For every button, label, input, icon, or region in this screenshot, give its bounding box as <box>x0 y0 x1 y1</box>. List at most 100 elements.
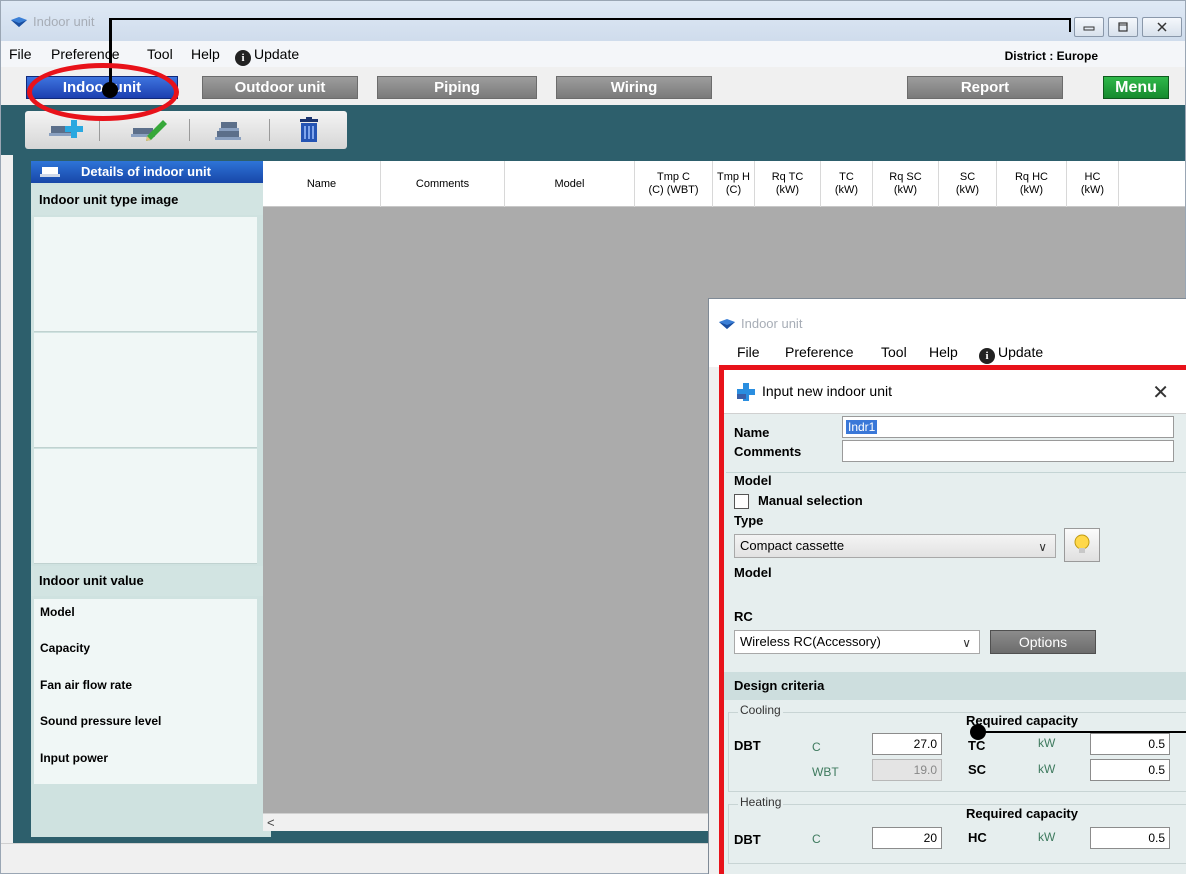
options-button[interactable]: Options <box>990 630 1096 654</box>
comments-input[interactable] <box>842 440 1174 462</box>
toolbar-separator <box>189 119 190 141</box>
name-input-value: Indr1 <box>846 420 878 434</box>
callout-line <box>109 18 1071 20</box>
tc-input[interactable]: 0.5 <box>1090 733 1170 755</box>
delete-button[interactable] <box>287 116 331 144</box>
close-icon <box>1157 22 1167 32</box>
app-icon <box>719 319 735 329</box>
menu-tool[interactable]: Tool <box>147 46 173 62</box>
sc-unit: kW <box>1038 762 1056 776</box>
cooling-wbt-unit: WBT <box>812 765 839 779</box>
column-header-tc[interactable]: TC (kW) <box>821 161 873 207</box>
value-fan-air-flow-label: Fan air flow rate <box>40 678 133 692</box>
type-image-heading: Indoor unit type image <box>31 185 271 215</box>
column-header-tmp-h[interactable]: Tmp H (C) <box>713 161 755 207</box>
edit-unit-button[interactable] <box>127 116 171 144</box>
toolbar <box>1 105 1185 155</box>
app-icon <box>11 17 27 27</box>
grid-header: Name Comments Model Tmp C (C) (WBT) Tmp H… <box>263 161 1185 207</box>
plus-icon <box>737 383 755 401</box>
column-header-name[interactable]: Name <box>263 161 381 207</box>
manual-selection-label: Manual selection <box>758 493 863 508</box>
cooling-dbt-label: DBT <box>734 738 761 753</box>
close-button[interactable] <box>1142 17 1182 37</box>
manual-selection-checkbox[interactable] <box>734 494 749 509</box>
type-hint-button[interactable] <box>1064 528 1100 562</box>
window-title: Indoor unit <box>33 14 95 29</box>
type-label: Type <box>734 513 764 528</box>
column-header-tmp-c[interactable]: Tmp C (C) (WBT) <box>635 161 713 207</box>
scroll-left-arrow[interactable]: < <box>267 815 275 830</box>
column-header-model[interactable]: Model <box>505 161 635 207</box>
copy-unit-button[interactable] <box>207 116 251 144</box>
column-header-rq-tc[interactable]: Rq TC (kW) <box>755 161 821 207</box>
column-header-comments[interactable]: Comments <box>381 161 505 207</box>
nav-piping-button[interactable]: Piping <box>377 76 537 99</box>
hc-input[interactable]: 0.5 <box>1090 827 1170 849</box>
add-unit-button[interactable] <box>45 116 89 144</box>
tc-unit: kW <box>1038 736 1056 750</box>
cooling-dbt-input[interactable]: 27.0 <box>872 733 942 755</box>
column-header-rq-sc[interactable]: Rq SC (kW) <box>873 161 939 207</box>
unit-value-list: Model Capacity Fan air flow rate Sound p… <box>34 599 257 784</box>
nav-wiring-button[interactable]: Wiring <box>556 76 712 99</box>
type-select[interactable]: Compact cassette ∨ <box>734 534 1056 558</box>
title-bar: Indoor unit <box>1 1 1185 41</box>
menu-update[interactable]: i Update <box>235 46 299 66</box>
overlay-window-title: Indoor unit <box>741 316 803 331</box>
cooling-dbt-unit: C <box>812 740 821 754</box>
hc-unit: kW <box>1038 830 1056 844</box>
indoor-unit-icon <box>40 167 60 177</box>
overlay-menu-bar: File Preference Tool Help i Update <box>709 339 1186 367</box>
rc-select-value: Wireless RC(Accessory) <box>740 634 881 649</box>
unit-value-heading: Indoor unit value <box>31 566 271 596</box>
minimize-button[interactable] <box>1074 17 1104 37</box>
hc-label: HC <box>968 830 987 845</box>
details-panel-title: Details of indoor unit <box>81 164 211 179</box>
details-panel-header: Details of indoor unit <box>31 161 271 183</box>
copy-unit-icon <box>215 122 241 140</box>
overlay-menu-help[interactable]: Help <box>929 344 958 360</box>
overlay-menu-preference[interactable]: Preference <box>785 344 853 360</box>
column-header-rq-hc[interactable]: Rq HC (kW) <box>997 161 1067 207</box>
menu-help[interactable]: Help <box>191 46 220 62</box>
type-image-cell <box>34 449 257 564</box>
menu-bar: File Preference Tool Help i Update Distri… <box>1 41 1185 67</box>
overlay-menu-file[interactable]: File <box>737 344 760 360</box>
column-header-sc[interactable]: SC (kW) <box>939 161 997 207</box>
type-image-cell <box>34 333 257 448</box>
rc-select[interactable]: Wireless RC(Accessory) ∨ <box>734 630 980 654</box>
dropdown-chevron-icon: ∨ <box>1038 540 1047 554</box>
callout-line <box>1069 18 1071 32</box>
nav-outdoor-unit-button[interactable]: Outdoor unit <box>202 76 358 99</box>
column-header-hc[interactable]: HC (kW) <box>1067 161 1119 207</box>
value-input-power-label: Input power <box>40 751 108 765</box>
overlay-indoor-unit-window: Indoor unit File Preference Tool Help iU… <box>708 298 1186 874</box>
heating-dbt-label: DBT <box>734 832 761 847</box>
dialog-header: Input new indoor unit ✕ <box>724 370 1186 414</box>
model-section-divider <box>726 472 1186 473</box>
name-label: Name <box>734 425 770 440</box>
sc-input[interactable]: 0.5 <box>1090 759 1170 781</box>
name-input[interactable]: Indr1 <box>842 416 1174 438</box>
maximize-button[interactable] <box>1108 17 1138 37</box>
rc-label: RC <box>734 609 753 624</box>
model-label: Model <box>734 565 772 580</box>
heating-required-capacity-label: Required capacity <box>966 806 1078 821</box>
overlay-menu-tool[interactable]: Tool <box>881 344 907 360</box>
tc-label: TC <box>968 738 986 753</box>
nav-report-button[interactable]: Report <box>907 76 1063 99</box>
dropdown-chevron-icon: ∨ <box>962 636 971 650</box>
type-select-value: Compact cassette <box>740 538 845 553</box>
menu-file[interactable]: File <box>9 46 32 62</box>
dialog-title: Input new indoor unit <box>762 383 892 399</box>
heating-dbt-input[interactable]: 20 <box>872 827 942 849</box>
edit-unit-icon <box>131 120 167 141</box>
value-model-label: Model <box>40 605 75 619</box>
dialog-close-icon[interactable]: ✕ <box>1152 380 1169 405</box>
callout-line <box>978 731 1186 733</box>
update-info-icon: i <box>979 348 995 364</box>
value-capacity-label: Capacity <box>40 641 91 655</box>
overlay-menu-update[interactable]: i Update <box>979 344 1043 364</box>
nav-menu-button[interactable]: Menu <box>1103 76 1169 99</box>
